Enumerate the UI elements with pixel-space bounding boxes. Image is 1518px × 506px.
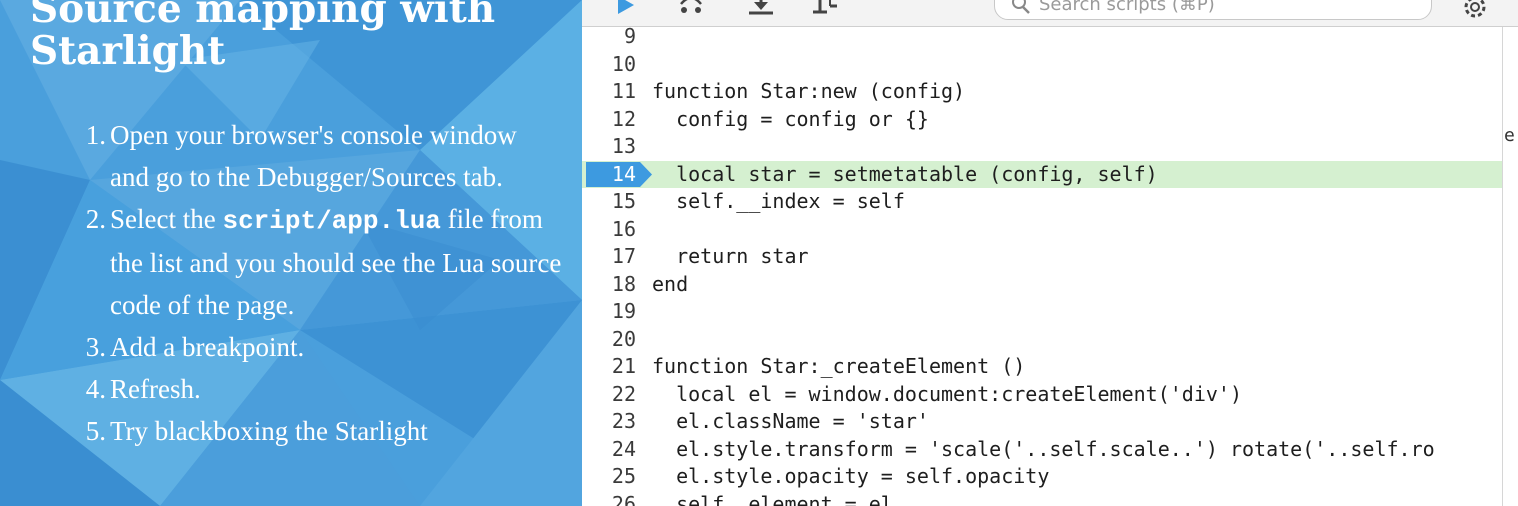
line-number-text: 22 [611, 381, 636, 406]
line-number[interactable]: 11 [582, 78, 638, 106]
step-number: 4. [85, 374, 106, 404]
step-text: Add a breakpoint. [110, 332, 305, 362]
line-number[interactable]: 26 [582, 491, 638, 506]
code-line[interactable]: 24 el.style.transform = 'scale('..self.s… [582, 436, 1502, 464]
line-number[interactable]: 10 [582, 51, 638, 79]
code-text: return star [652, 244, 809, 268]
step-text: Refresh. [110, 374, 201, 404]
code-line[interactable]: 9 [582, 23, 1502, 51]
side-pane-edge: e [1503, 27, 1518, 506]
line-number[interactable]: 22 [582, 381, 638, 409]
code-line[interactable]: 23 el.className = 'star' [582, 408, 1502, 436]
code-text: local star = setmetatable (config, self) [652, 161, 1158, 186]
line-number[interactable]: 21 [582, 353, 638, 381]
code-text: el.style.transform = 'scale('..self.scal… [652, 436, 1435, 461]
step-number: 2. [85, 204, 106, 234]
side-pane-text: e [1504, 125, 1515, 146]
line-number-text: 23 [611, 409, 636, 433]
search-icon [1011, 0, 1031, 21]
step-number: 3. [85, 332, 106, 362]
line-number[interactable]: 12 [582, 106, 638, 134]
code-line[interactable]: 13 [582, 133, 1502, 161]
line-number-text: 25 [611, 464, 636, 488]
code-line[interactable]: 11 function Star:new (config) [582, 78, 1502, 106]
line-number-text: 16 [611, 216, 636, 241]
code-text: self._element = el [652, 491, 893, 506]
line-number[interactable]: 16 [582, 216, 638, 244]
line-number[interactable]: 9 [582, 23, 638, 51]
step-text: Try blackboxing the Starlight [110, 416, 428, 446]
code-line[interactable]: 12 config = config or {} [582, 106, 1502, 134]
line-number-text: 18 [611, 271, 636, 296]
line-number-text: 24 [611, 436, 636, 461]
line-number[interactable]: 17 [582, 243, 638, 271]
code-line[interactable]: 14 local star = setmetatable (config, se… [582, 160, 1502, 189]
list-item: 3. Add a breakpoint. [72, 326, 562, 368]
step-text-before: Select the [110, 204, 223, 234]
line-number-text: 12 [611, 106, 636, 131]
code-line[interactable]: 22 local el = window.document:createElem… [582, 381, 1502, 409]
slide-panel: Source mapping with Starlight 1. Open yo… [0, 0, 582, 506]
code-text: el.style.opacity = self.opacity [652, 464, 1050, 488]
line-number-text: 15 [611, 189, 636, 213]
line-number-text: 26 [611, 491, 636, 506]
code-line[interactable]: 19 [582, 298, 1502, 326]
step-number: 5. [85, 416, 106, 446]
line-number-text: 20 [611, 326, 636, 351]
code-text: function Star:new (config) [652, 79, 966, 103]
code-line[interactable]: 26 self._element = el [582, 491, 1502, 506]
search-scripts-box[interactable] [994, 0, 1432, 20]
code-line[interactable]: 15 self.__index = self [582, 188, 1502, 216]
list-item: 1. Open your browser's console window an… [72, 114, 562, 198]
step-out-icon[interactable] [810, 0, 840, 20]
line-number[interactable]: 18 [582, 271, 638, 299]
line-number[interactable]: 25 [582, 463, 638, 491]
line-number[interactable]: 23 [582, 408, 638, 436]
line-number-text: 14 [611, 161, 636, 186]
line-number-text: 19 [611, 299, 636, 323]
code-text: function Star:_createElement () [652, 354, 1026, 378]
list-item: 5. Try blackboxing the Starlight [72, 410, 562, 452]
line-number[interactable]: 20 [582, 326, 638, 354]
steps-list: 1. Open your browser's console window an… [72, 114, 562, 452]
file-path-code: script/app.lua [222, 206, 441, 236]
step-text: Open your browser's console window and g… [110, 120, 517, 192]
code-line[interactable]: 16 [582, 216, 1502, 244]
code-text: el.className = 'star' [652, 409, 929, 433]
step-number: 1. [85, 120, 106, 150]
code-line[interactable]: 10 [582, 51, 1502, 79]
line-number[interactable]: 15 [582, 188, 638, 216]
code-line[interactable]: 25 el.style.opacity = self.opacity [582, 463, 1502, 491]
line-number-text: 13 [611, 134, 636, 158]
line-number[interactable]: 19 [582, 298, 638, 326]
search-scripts-input[interactable] [1039, 0, 1419, 15]
line-number[interactable]: 24 [582, 436, 638, 464]
code-line[interactable]: 17 return star [582, 243, 1502, 271]
code-text: config = config or {} [652, 106, 929, 131]
line-number-text: 11 [611, 79, 636, 103]
line-number[interactable]: 13 [582, 133, 638, 161]
slide-title-line2: Starlight [30, 28, 226, 74]
line-number[interactable]: 14 [582, 161, 652, 189]
list-item: 2. Select the script/app.lua file from t… [72, 198, 562, 326]
code-line[interactable]: 20 [582, 326, 1502, 354]
code-line[interactable]: 21 function Star:_createElement () [582, 353, 1502, 381]
line-number-text: 10 [611, 51, 636, 76]
debugger-panel: 9 10 11 function Star:new (config) 12 config… [582, 0, 1518, 506]
step-in-icon[interactable] [746, 0, 776, 20]
line-number-text: 21 [611, 354, 636, 378]
list-item: 4. Refresh. [72, 368, 562, 410]
code-text: end [652, 271, 689, 296]
resume-icon[interactable] [616, 0, 636, 20]
source-editor[interactable]: 9 10 11 function Star:new (config) 12 config… [582, 24, 1502, 506]
code-line[interactable]: 18 end [582, 271, 1502, 299]
code-text: local el = window.document:createElement… [652, 381, 1243, 406]
code-text: self.__index = self [652, 189, 905, 213]
step-over-icon[interactable] [678, 0, 704, 20]
line-number-text: 9 [623, 24, 636, 48]
line-number-text: 17 [611, 244, 636, 268]
slide-title: Source mapping with Starlight [30, 0, 570, 72]
